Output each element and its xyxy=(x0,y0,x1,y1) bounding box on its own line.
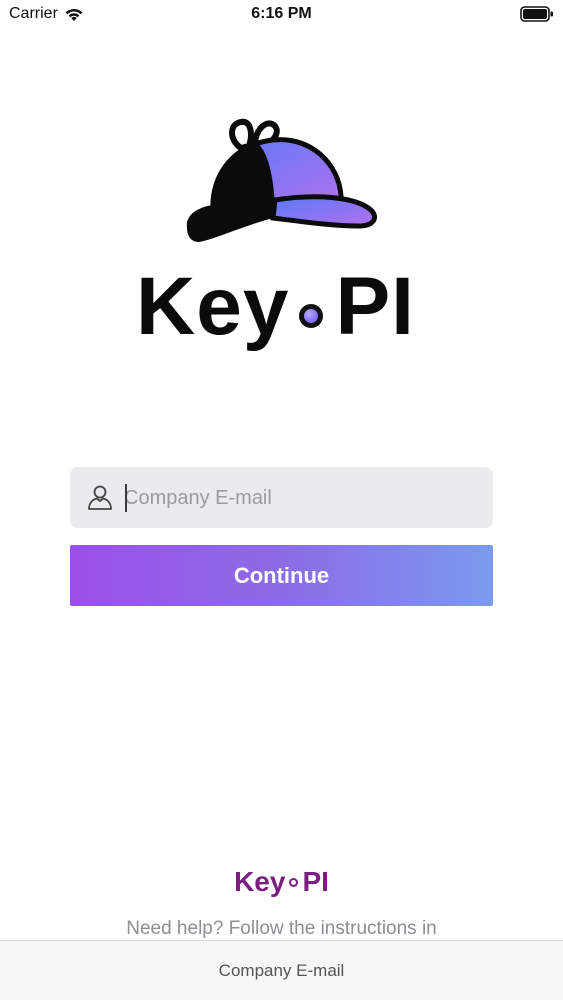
help-text: Need help? Follow the instructions in xyxy=(126,918,437,939)
status-time: 6:16 PM xyxy=(251,5,312,22)
brand-left-text: Key xyxy=(136,261,290,352)
footer-brand-left: Key xyxy=(234,866,286,897)
status-bar: Carrier 6:16 PM xyxy=(0,0,563,30)
footer-brand-dot-icon xyxy=(289,877,299,887)
login-screen: Carrier 6:16 PM Key PI Company E-mail Co… xyxy=(0,0,563,1000)
text-caret xyxy=(125,484,127,512)
keyboard-suggestion-bar[interactable]: Company E-mail xyxy=(0,940,563,1000)
continue-button[interactable]: Continue xyxy=(70,545,493,606)
suggestion-label[interactable]: Company E-mail xyxy=(219,961,345,981)
email-input[interactable] xyxy=(124,479,474,517)
brand-logo-text: Key PI xyxy=(136,262,415,352)
battery-icon xyxy=(520,6,553,22)
footer-brand-right: PI xyxy=(302,866,329,897)
brand-right-text: PI xyxy=(335,261,415,352)
email-field[interactable] xyxy=(70,467,493,528)
footer-brand: Key PI xyxy=(0,866,563,898)
detective-hat-icon xyxy=(186,118,377,242)
user-icon xyxy=(88,485,112,510)
brand-dot-icon xyxy=(299,304,324,328)
